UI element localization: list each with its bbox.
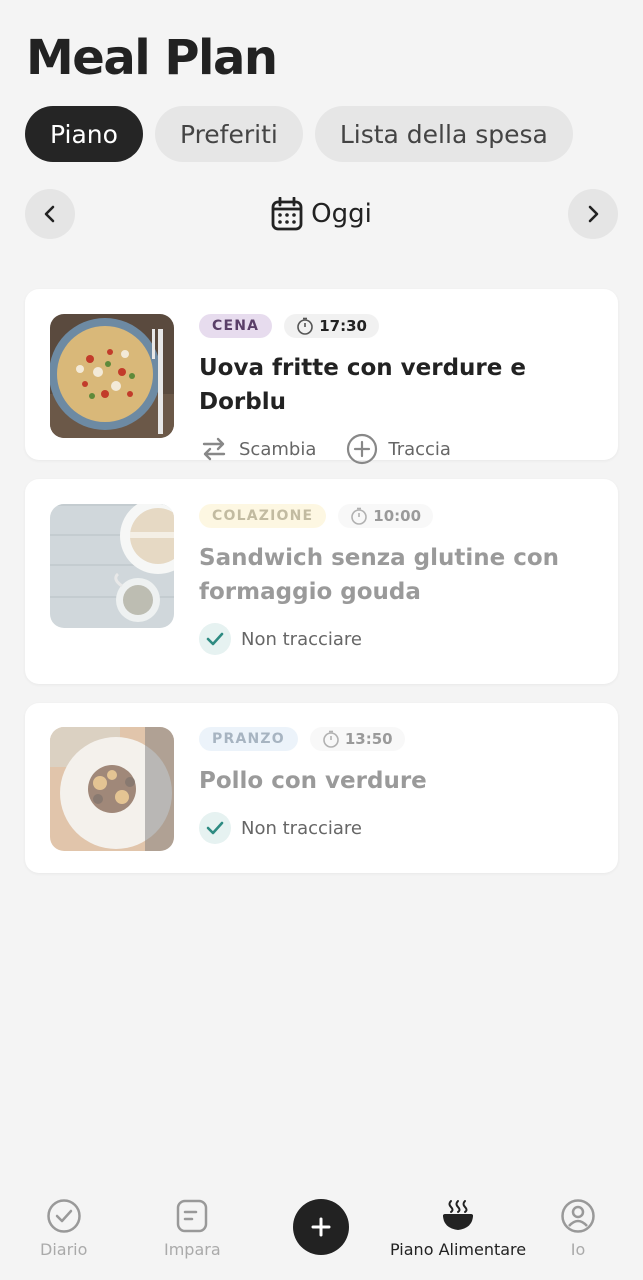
- nav-impara[interactable]: Impara: [164, 1198, 221, 1259]
- meal-time: 13:50: [344, 730, 393, 748]
- meal-image: [50, 314, 174, 438]
- nav-piano-alimentare[interactable]: Piano Alimentare: [390, 1198, 526, 1259]
- meal-name: Sandwich senza glutine con formaggio gou…: [199, 545, 560, 605]
- day-navigator: Oggi: [25, 189, 618, 239]
- meal-time-badge: 13:50: [309, 727, 405, 751]
- nav-label: Diario: [40, 1240, 88, 1259]
- meal-name: Pollo con verdure: [199, 768, 427, 794]
- calendar-icon: [271, 197, 303, 231]
- status-label: Non tracciare: [241, 817, 362, 839]
- not-tracked-status[interactable]: Non tracciare: [199, 812, 362, 844]
- document-icon: [177, 1199, 208, 1233]
- tab-piano[interactable]: Piano: [25, 106, 143, 162]
- nav-label: Io: [570, 1240, 586, 1259]
- bowl-icon: [443, 1200, 474, 1230]
- meal-time: 17:30: [319, 317, 367, 335]
- meal-card-colazione[interactable]: COLAZIONE 10:00 Sandwich senza glutine c…: [25, 479, 618, 684]
- meal-type-badge: CENA: [199, 314, 273, 338]
- current-day[interactable]: Oggi: [25, 189, 618, 239]
- nav-io[interactable]: Io: [560, 1198, 596, 1259]
- bottom-navigation: Diario Impara Piano Alimentare Io: [0, 1190, 643, 1280]
- check-icon: [199, 812, 231, 844]
- check-icon: [199, 623, 231, 655]
- stopwatch-icon: [323, 730, 339, 748]
- meal-image: [50, 504, 174, 628]
- nav-label: Piano Alimentare: [390, 1240, 527, 1259]
- stopwatch-icon: [351, 507, 368, 525]
- nav-label: Impara: [164, 1240, 221, 1259]
- status-label: Non tracciare: [241, 628, 362, 650]
- meal-type-badge: PRANZO: [199, 727, 298, 751]
- tab-lista-spesa[interactable]: Lista della spesa: [314, 106, 573, 162]
- meal-time: 10:00: [373, 507, 422, 525]
- not-tracked-status[interactable]: Non tracciare: [199, 623, 362, 655]
- swap-icon: [202, 437, 226, 461]
- plus-icon: [311, 1217, 331, 1237]
- check-circle-icon: [46, 1199, 81, 1233]
- add-button[interactable]: [293, 1199, 349, 1255]
- meal-card-pranzo[interactable]: PRANZO 13:50 Pollo con verdure Non tracc…: [25, 703, 618, 873]
- meal-name: Uova fritte con verdure e Dorblu: [199, 355, 526, 415]
- nav-diario[interactable]: Diario: [40, 1198, 87, 1259]
- meal-time-badge: 17:30: [284, 314, 379, 338]
- chevron-right-icon: [588, 205, 599, 223]
- track-button[interactable]: Traccia: [346, 433, 451, 465]
- swap-button[interactable]: Scambia: [199, 434, 316, 464]
- track-label: Traccia: [388, 438, 451, 460]
- next-day-button[interactable]: [568, 189, 618, 239]
- meal-image: [50, 727, 174, 851]
- meal-card-cena[interactable]: CENA 17:30 Uova fritte con verdure e Dor…: [25, 289, 618, 465]
- day-label: Oggi: [311, 199, 372, 229]
- meal-time-badge: 10:00: [338, 504, 434, 528]
- tab-preferiti[interactable]: Preferiti: [154, 106, 303, 162]
- stopwatch-icon: [297, 317, 314, 335]
- plus-circle-icon: [347, 433, 378, 465]
- meal-type-badge: COLAZIONE: [199, 504, 327, 528]
- page-title: Meal Plan: [26, 30, 278, 86]
- swap-label: Scambia: [239, 438, 317, 460]
- user-icon: [561, 1199, 595, 1233]
- tab-bar: Piano Preferiti Lista della spesa: [25, 106, 573, 162]
